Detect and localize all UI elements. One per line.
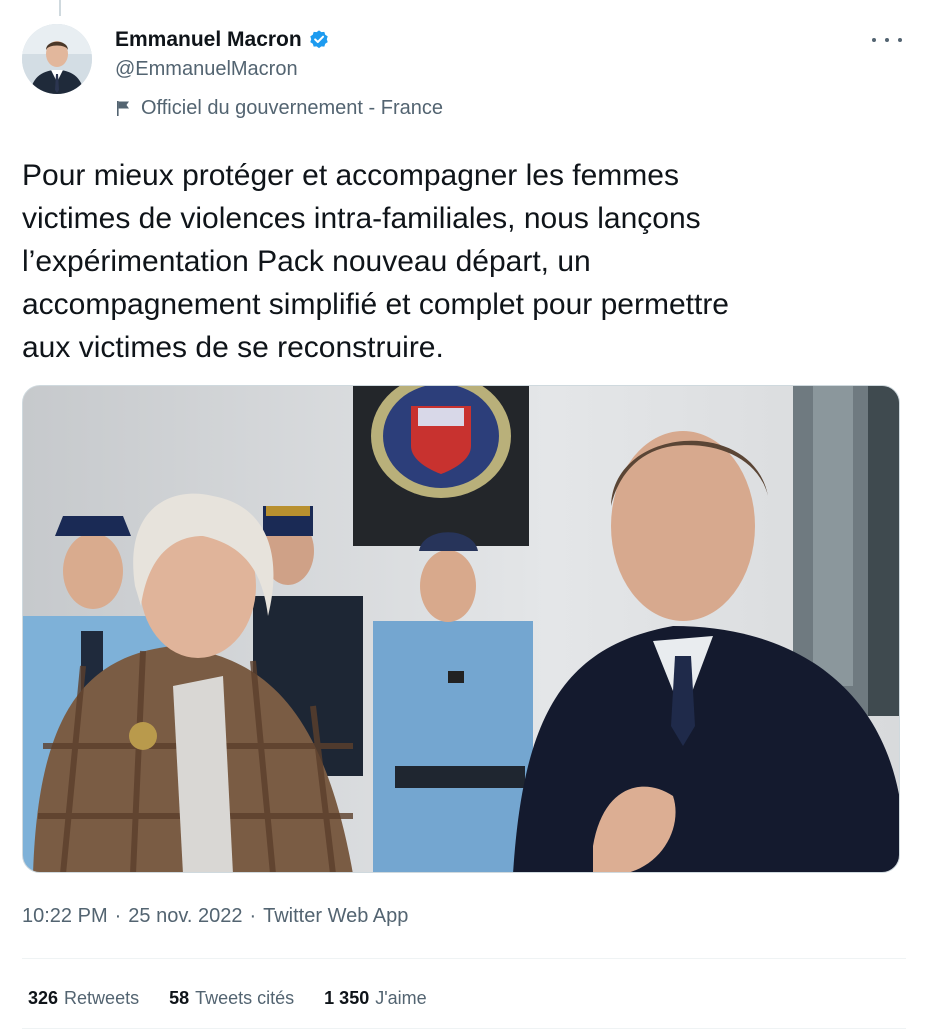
author-name-row[interactable]: Emmanuel Macron — [115, 26, 330, 54]
meta-separator: · — [249, 904, 257, 927]
tweet-stats: 326 Retweets 58 Tweets cités 1 350 J'aim… — [28, 983, 427, 1013]
likes-stat[interactable]: 1 350 J'aime — [324, 988, 427, 1009]
retweets-label: Retweets — [64, 987, 140, 1008]
display-name[interactable]: Emmanuel Macron — [115, 28, 302, 52]
affiliation-label[interactable]: Officiel du gouvernement - France — [115, 95, 443, 121]
avatar[interactable] — [22, 24, 92, 94]
divider — [22, 958, 906, 959]
likes-count: 1 350 — [324, 987, 370, 1008]
tweet-meta: 10:22 PM · 25 nov. 2022 · Twitter Web Ap… — [22, 900, 408, 932]
retweets-stat[interactable]: 326 Retweets — [28, 988, 139, 1009]
avatar-image — [22, 24, 92, 94]
more-horizontal-icon — [872, 38, 876, 42]
quotes-label: Tweets cités — [195, 987, 295, 1008]
flag-icon — [115, 99, 133, 117]
tweet-source[interactable]: Twitter Web App — [263, 905, 408, 928]
more-horizontal-icon — [885, 38, 889, 42]
quote-tweets-stat[interactable]: 58 Tweets cités — [169, 988, 294, 1009]
tweet-date[interactable]: 25 nov. 2022 — [128, 905, 242, 928]
media-photo — [23, 386, 899, 872]
quotes-count: 58 — [169, 987, 190, 1008]
tweet-time[interactable]: 10:22 PM — [22, 905, 108, 928]
meta-separator: · — [114, 904, 122, 927]
verified-badge-icon — [308, 29, 330, 51]
thread-connector-line — [59, 0, 61, 16]
retweets-count: 326 — [28, 987, 59, 1008]
more-options-button[interactable] — [872, 28, 902, 52]
tweet-text: Pour mieux protéger et accompagner les f… — [22, 159, 729, 364]
likes-label: J'aime — [375, 987, 427, 1008]
affiliation-text: Officiel du gouvernement - France — [141, 96, 444, 119]
more-horizontal-icon — [898, 38, 902, 42]
author-handle[interactable]: @EmmanuelMacron — [115, 58, 298, 81]
tweet-media-image[interactable] — [22, 385, 900, 873]
